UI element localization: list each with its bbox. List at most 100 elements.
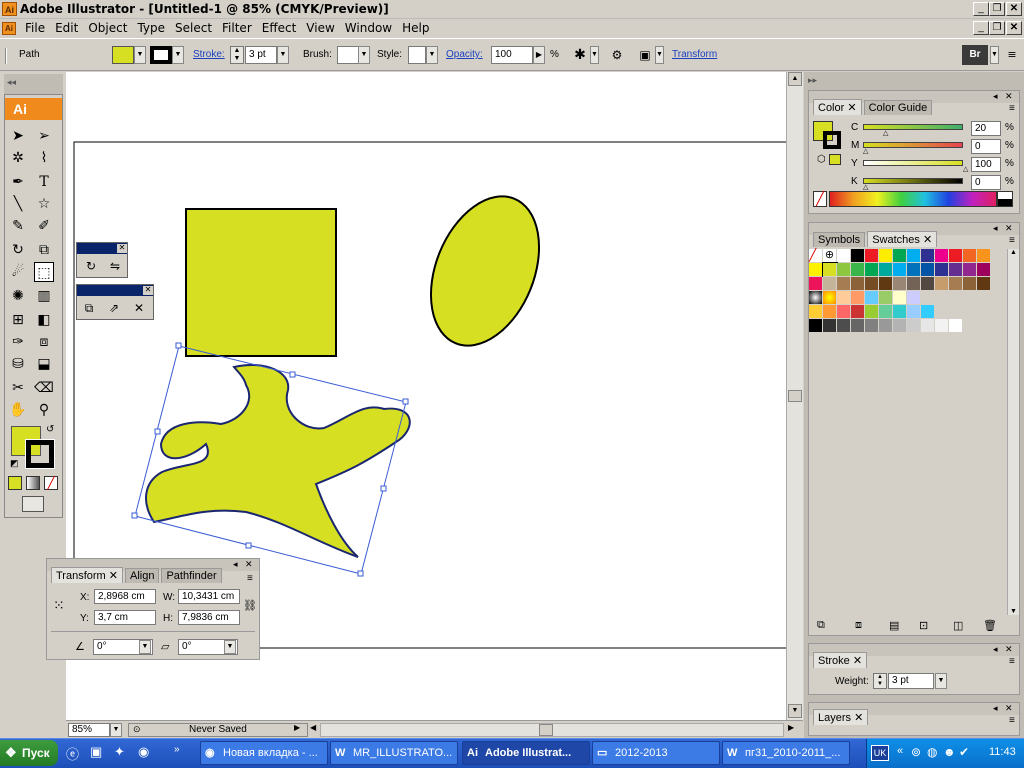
minimize-icon[interactable]: ◂ bbox=[993, 223, 998, 234]
swatch[interactable] bbox=[977, 263, 991, 277]
swatch[interactable] bbox=[837, 291, 851, 305]
minimize-icon[interactable]: ◂ bbox=[233, 559, 238, 570]
tab-transform[interactable]: Transform ✕ bbox=[51, 567, 123, 583]
minimize-icon[interactable]: ◂ bbox=[993, 91, 998, 102]
swatch[interactable] bbox=[921, 263, 935, 277]
close-icon[interactable]: ✕ bbox=[1005, 223, 1013, 234]
taskbar-item[interactable]: Ai Adobe Illustrat... bbox=[462, 741, 590, 765]
swatch[interactable] bbox=[809, 263, 823, 277]
swatch[interactable] bbox=[851, 291, 865, 305]
swatch[interactable] bbox=[865, 305, 879, 319]
brush-definition[interactable] bbox=[337, 46, 359, 64]
swatch[interactable] bbox=[865, 319, 879, 333]
hand-tool-icon[interactable]: ✋ bbox=[8, 400, 28, 420]
brush-dropdown[interactable]: ▼ bbox=[358, 46, 370, 64]
reference-point-icon[interactable]: ⁙ bbox=[53, 597, 71, 615]
stroke-dropdown[interactable]: ▼ bbox=[172, 46, 184, 64]
swatch[interactable] bbox=[893, 305, 907, 319]
panel-menu-icon[interactable]: ≡ bbox=[1004, 45, 1020, 65]
channel-slider[interactable] bbox=[863, 160, 963, 166]
stroke-color-box[interactable] bbox=[25, 439, 55, 469]
menu-effect[interactable]: Effect bbox=[257, 19, 302, 37]
scale-tool-icon[interactable]: ⧉ bbox=[79, 298, 99, 318]
direct-selection-tool-icon[interactable]: ➢ bbox=[34, 126, 54, 146]
swatch[interactable] bbox=[907, 263, 921, 277]
gradient-tool-icon[interactable]: ◧ bbox=[34, 310, 54, 330]
swatch[interactable] bbox=[907, 277, 921, 291]
shear-tool-icon[interactable]: ⇗ bbox=[104, 298, 124, 318]
swatch[interactable] bbox=[865, 263, 879, 277]
swatch[interactable] bbox=[935, 263, 949, 277]
swatch[interactable] bbox=[879, 277, 893, 291]
swatch-gradient[interactable] bbox=[809, 291, 823, 305]
gamut-color-swatch[interactable] bbox=[829, 154, 841, 165]
vertical-scrollbar[interactable]: ▲ ▼ bbox=[786, 72, 803, 720]
w-input[interactable]: 10,3431 cm bbox=[178, 589, 240, 604]
graphic-style-swatch[interactable] bbox=[408, 46, 426, 64]
collapse-icon[interactable]: ◂◂ bbox=[7, 77, 16, 88]
menu-view[interactable]: View bbox=[301, 19, 339, 37]
language-indicator[interactable]: UK bbox=[871, 745, 889, 761]
menu-edit[interactable]: Edit bbox=[50, 19, 83, 37]
swatch[interactable] bbox=[907, 319, 921, 333]
zoom-tool-icon[interactable]: ⚲ bbox=[34, 400, 54, 420]
close-icon[interactable]: ✕ bbox=[143, 286, 153, 295]
stroke-weight-dropdown[interactable]: ▼ bbox=[277, 46, 289, 64]
scroll-left-arrow[interactable]: ◀ bbox=[310, 723, 316, 732]
shear-dropdown[interactable]: ▼ bbox=[224, 640, 236, 654]
bridge-button[interactable]: Br bbox=[962, 45, 988, 65]
minimize-icon[interactable]: ◂ bbox=[993, 644, 998, 655]
slice-tool-icon[interactable]: ✂ bbox=[8, 378, 28, 398]
swatch[interactable] bbox=[851, 277, 865, 291]
new-color-group-icon[interactable]: ⊡ bbox=[919, 619, 928, 632]
tab-color[interactable]: Color ✕ bbox=[813, 99, 862, 115]
antivirus-icon[interactable]: ☻ bbox=[943, 745, 956, 759]
doc-restore-button[interactable]: ❐ bbox=[989, 21, 1005, 35]
swatch[interactable] bbox=[823, 305, 837, 319]
swatch[interactable] bbox=[879, 319, 893, 333]
swatch[interactable] bbox=[865, 277, 879, 291]
weight-stepper[interactable]: ▲ ▼ bbox=[873, 673, 887, 689]
close-icon[interactable]: ✕ bbox=[245, 559, 253, 570]
taskbar-item[interactable]: ▭ 2012-2013 bbox=[592, 741, 720, 765]
swatch[interactable] bbox=[837, 263, 851, 277]
swatch[interactable] bbox=[935, 277, 949, 291]
swatch[interactable] bbox=[851, 305, 865, 319]
rotate-tool-icon[interactable]: ↻ bbox=[81, 256, 101, 276]
screen-mode-icon[interactable] bbox=[22, 496, 44, 512]
eraser-tool-icon[interactable]: ⌫ bbox=[34, 378, 54, 398]
live-paint-tool-icon[interactable]: ⛁ bbox=[8, 354, 28, 374]
restore-button[interactable]: ❐ bbox=[989, 2, 1005, 16]
stroke-color-box[interactable] bbox=[823, 131, 841, 149]
swatch-none[interactable]: ╱ bbox=[809, 249, 823, 263]
swatch[interactable] bbox=[949, 319, 963, 333]
swatch[interactable] bbox=[837, 277, 851, 291]
tab-swatches[interactable]: Swatches ✕ bbox=[867, 231, 938, 247]
doc-close-button[interactable]: ✕ bbox=[1006, 21, 1022, 35]
constrain-proportions-icon[interactable]: ⛓ bbox=[243, 599, 257, 612]
tab-symbols[interactable]: Symbols bbox=[813, 232, 866, 247]
minimize-icon[interactable]: ◂ bbox=[993, 703, 998, 714]
lasso-tool-icon[interactable]: ⌇ bbox=[34, 148, 54, 168]
warp-tool-icon[interactable]: ☄ bbox=[8, 262, 28, 282]
explorer-icon[interactable]: ▣ bbox=[90, 744, 102, 760]
swatch[interactable] bbox=[809, 305, 823, 319]
slider-thumb[interactable]: △ bbox=[883, 129, 888, 137]
swatch[interactable] bbox=[935, 319, 949, 333]
swatch[interactable] bbox=[809, 319, 823, 333]
more-icon[interactable]: » bbox=[174, 744, 180, 755]
swatch-gradient[interactable] bbox=[823, 291, 837, 305]
tab-align[interactable]: Align bbox=[125, 568, 160, 583]
rotate-tool-icon[interactable]: ↻ bbox=[8, 240, 28, 260]
swatch[interactable] bbox=[921, 277, 935, 291]
menu-window[interactable]: Window bbox=[340, 19, 397, 37]
swatch[interactable] bbox=[907, 249, 921, 263]
menu-filter[interactable]: Filter bbox=[217, 19, 257, 37]
menu-object[interactable]: Object bbox=[83, 19, 132, 37]
weight-input[interactable]: 3 pt bbox=[888, 673, 934, 689]
h-input[interactable]: 7,9836 cm bbox=[178, 610, 240, 625]
minimize-button[interactable]: _ bbox=[973, 2, 989, 16]
swatch[interactable] bbox=[851, 319, 865, 333]
tab-layers[interactable]: Layers ✕ bbox=[813, 709, 869, 725]
align-icon[interactable]: ▣ bbox=[635, 45, 655, 65]
